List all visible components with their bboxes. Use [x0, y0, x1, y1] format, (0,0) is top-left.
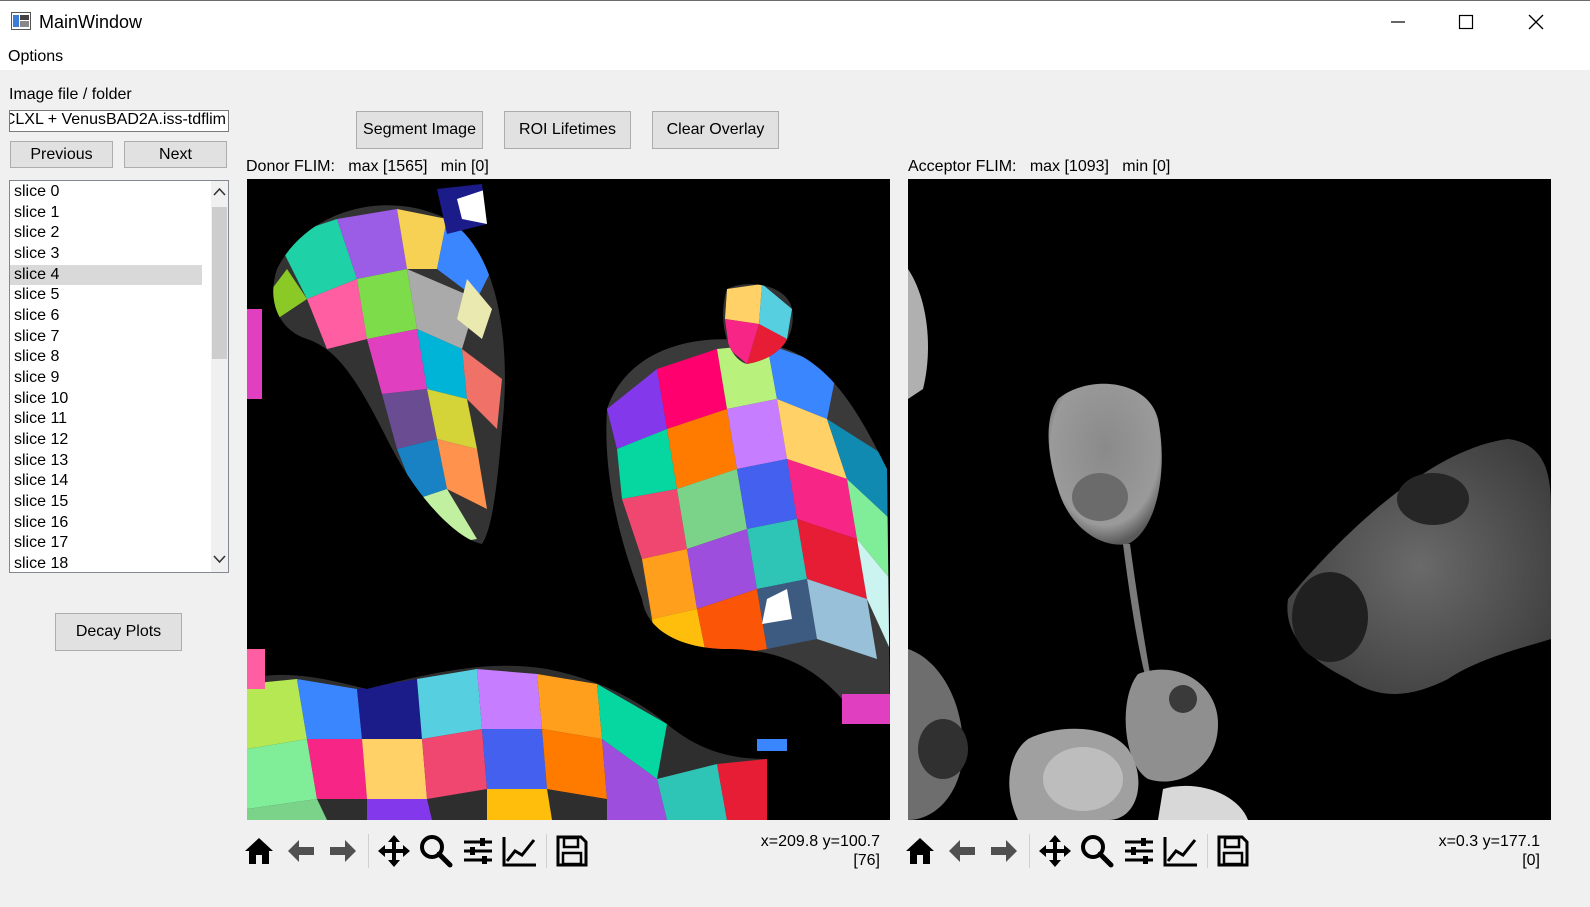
pan-button[interactable] — [1036, 832, 1074, 870]
acceptor-coords-readout: x=0.3 y=177.1 [0] — [1380, 832, 1540, 870]
pan-icon — [378, 835, 410, 867]
back-arrow-icon — [949, 840, 975, 862]
clear-overlay-button[interactable]: Clear Overlay — [652, 111, 779, 149]
list-item[interactable]: slice 0 — [10, 182, 202, 202]
zoom-icon — [1081, 835, 1114, 868]
edit-axes-button[interactable] — [1162, 832, 1200, 870]
list-item[interactable]: slice 2 — [10, 223, 202, 243]
donor-flim-image[interactable] — [247, 179, 890, 820]
segment-image-button[interactable]: Segment Image — [356, 111, 483, 149]
edit-axes-button[interactable] — [501, 832, 539, 870]
list-item[interactable]: slice 7 — [10, 327, 202, 347]
donor-segmentation-overlay — [247, 184, 890, 820]
list-item[interactable]: slice 11 — [10, 409, 202, 429]
back-arrow-icon — [288, 840, 314, 862]
forward-arrow-icon — [330, 840, 356, 862]
app-icon — [11, 12, 31, 30]
file-folder-label: Image file / folder — [9, 86, 132, 103]
save-button[interactable] — [553, 832, 591, 870]
forward-button[interactable] — [985, 832, 1023, 870]
edit-axes-icon — [1163, 837, 1197, 867]
title-bar — [0, 0, 1590, 44]
configure-subplots-button[interactable] — [459, 832, 497, 870]
file-path-input[interactable]: CLXL + VenusBAD2A.iss-tdflim — [9, 110, 229, 132]
list-item[interactable]: slice 13 — [10, 451, 202, 471]
menu-bar — [0, 44, 1590, 70]
configure-subplots-icon — [464, 838, 492, 864]
close-button[interactable] — [1502, 0, 1570, 44]
file-path-value: CLXL + VenusBAD2A.iss-tdflim — [9, 111, 226, 128]
acceptor-flim-image[interactable] — [908, 179, 1551, 820]
toolbar-separator — [1029, 834, 1030, 868]
list-item[interactable]: slice 14 — [10, 471, 202, 491]
list-item[interactable]: slice 1 — [10, 203, 202, 223]
window-title: MainWindow — [39, 12, 143, 32]
configure-subplots-button[interactable] — [1120, 832, 1158, 870]
close-icon — [1528, 14, 1544, 30]
back-button[interactable] — [943, 832, 981, 870]
list-item[interactable]: slice 9 — [10, 368, 202, 388]
edit-axes-icon — [502, 837, 536, 867]
save-icon — [1217, 835, 1249, 867]
list-item-selected[interactable]: slice 4 — [10, 265, 202, 285]
forward-arrow-icon — [991, 840, 1017, 862]
decay-plots-button[interactable]: Decay Plots — [55, 613, 182, 651]
zoom-button[interactable] — [1078, 832, 1116, 870]
menu-options[interactable]: Options — [8, 48, 63, 66]
next-button[interactable]: Next — [124, 141, 227, 168]
zoom-icon — [420, 835, 453, 868]
list-item[interactable]: slice 10 — [10, 389, 202, 409]
list-item[interactable]: slice 6 — [10, 306, 202, 326]
roi-lifetimes-button[interactable]: ROI Lifetimes — [504, 111, 631, 149]
save-button[interactable] — [1214, 832, 1252, 870]
chevron-up-icon[interactable] — [213, 187, 226, 196]
back-button[interactable] — [282, 832, 320, 870]
slice-list[interactable]: slice 0 slice 1 slice 2 slice 3 slice 4 … — [9, 180, 229, 573]
list-item[interactable]: slice 5 — [10, 285, 202, 305]
acceptor-coords: x=0.3 y=177.1 — [1438, 833, 1540, 850]
forward-button[interactable] — [324, 832, 362, 870]
list-item[interactable]: slice 17 — [10, 533, 202, 553]
list-item[interactable]: slice 12 — [10, 430, 202, 450]
list-item[interactable]: slice 8 — [10, 347, 202, 367]
previous-button[interactable]: Previous — [10, 141, 113, 168]
pan-icon — [1039, 835, 1071, 867]
home-button[interactable] — [901, 832, 939, 870]
save-icon — [556, 835, 588, 867]
zoom-button[interactable] — [417, 832, 455, 870]
list-scrollbar[interactable] — [211, 181, 228, 572]
home-button[interactable] — [240, 832, 278, 870]
donor-pixel-value: [76] — [853, 852, 880, 869]
toolbar-separator — [368, 834, 369, 868]
acceptor-pixel-value: [0] — [1522, 852, 1540, 869]
maximize-button[interactable] — [1432, 0, 1500, 44]
list-item[interactable]: slice 3 — [10, 244, 202, 264]
donor-coords-readout: x=209.8 y=100.7 [76] — [700, 832, 880, 870]
scroll-thumb[interactable] — [212, 207, 227, 359]
acceptor-plot-title: Acceptor FLIM: max [1093] min [0] — [908, 158, 1171, 175]
configure-subplots-icon — [1125, 838, 1153, 864]
home-icon — [906, 838, 934, 864]
acceptor-grayscale-image — [908, 269, 1551, 820]
minimize-icon — [1391, 21, 1405, 23]
chevron-down-icon[interactable] — [213, 555, 226, 564]
list-item[interactable]: slice 16 — [10, 513, 202, 533]
donor-coords: x=209.8 y=100.7 — [760, 833, 880, 850]
donor-plot-title: Donor FLIM: max [1565] min [0] — [246, 158, 489, 175]
toolbar-separator — [546, 834, 547, 868]
toolbar-separator — [1207, 834, 1208, 868]
list-item[interactable]: slice 15 — [10, 492, 202, 512]
list-item[interactable]: slice 18 — [10, 554, 202, 572]
pan-button[interactable] — [375, 832, 413, 870]
maximize-icon — [1458, 14, 1474, 30]
minimize-button[interactable] — [1364, 0, 1432, 44]
home-icon — [245, 838, 273, 864]
